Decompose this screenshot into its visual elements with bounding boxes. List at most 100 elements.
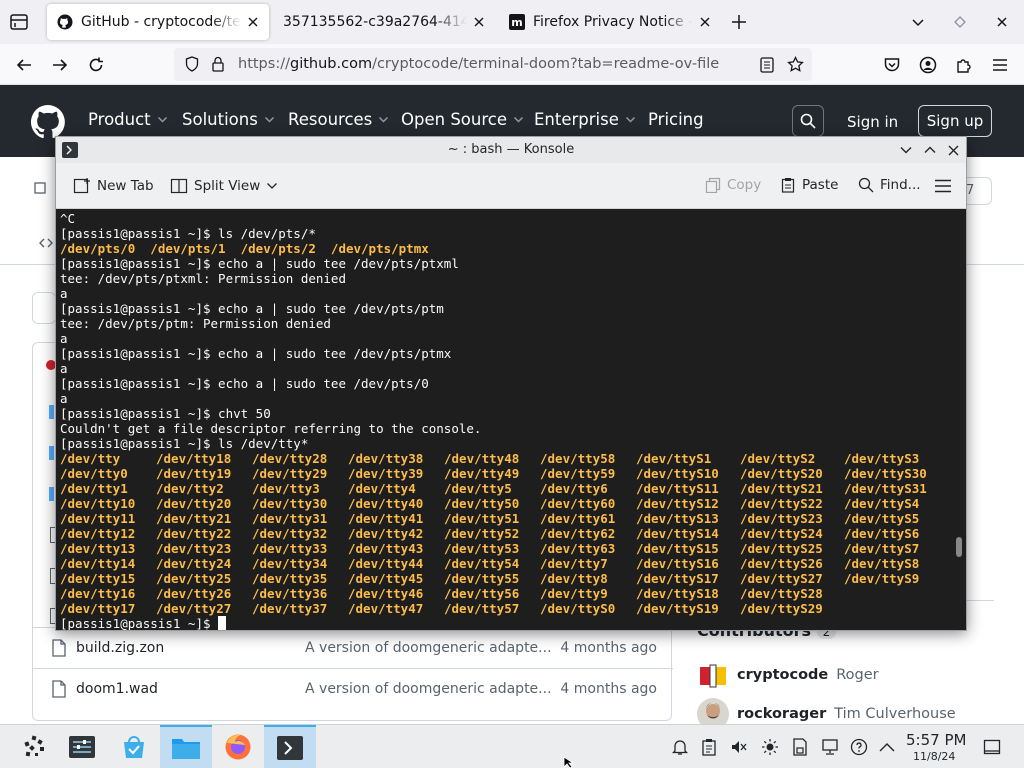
terminal-line: [passis1@passis1 ~]$ chvt 50 bbox=[60, 406, 271, 421]
shield-icon[interactable] bbox=[184, 56, 200, 72]
terminal-prompt-line[interactable]: [passis1@passis1 ~]$ bbox=[60, 616, 966, 630]
tty-device-name: /dev/tty43 bbox=[348, 541, 424, 556]
tty-device-name bbox=[844, 601, 940, 616]
find-button[interactable]: Find... bbox=[858, 177, 921, 193]
search-icon bbox=[858, 177, 874, 193]
tty-device-name: /dev/tty3 bbox=[252, 481, 320, 496]
list-all-tabs-icon[interactable] bbox=[906, 10, 930, 34]
steamdeck-launcher-icon bbox=[21, 734, 47, 760]
close-tab-icon[interactable] bbox=[245, 14, 261, 30]
split-view-button[interactable]: Split View bbox=[170, 177, 278, 195]
folder-icon bbox=[49, 405, 54, 419]
terminal-output[interactable]: ^C [passis1@passis1 ~]$ ls /dev/pts/* /d… bbox=[56, 209, 966, 630]
nav-pricing[interactable]: Pricing bbox=[648, 110, 704, 129]
tty-device-name: /dev/tty49 bbox=[444, 466, 520, 481]
brightness-icon[interactable] bbox=[760, 737, 780, 757]
maximize-icon[interactable] bbox=[921, 141, 939, 159]
tty-device-name: /dev/tty45 bbox=[348, 571, 424, 586]
konsole-titlebar[interactable]: ~ : bash — Konsole bbox=[56, 137, 966, 163]
github-logo-icon[interactable] bbox=[31, 105, 65, 139]
code-brackets-icon[interactable] bbox=[38, 236, 54, 250]
tty-device-name: /dev/ttyS9 bbox=[844, 571, 920, 586]
task-konsole[interactable] bbox=[264, 725, 316, 768]
code-icon[interactable] bbox=[33, 181, 47, 195]
contributor-login[interactable]: cryptocode bbox=[737, 667, 828, 683]
reload-icon[interactable] bbox=[84, 53, 108, 77]
pocket-icon[interactable] bbox=[880, 53, 904, 77]
expand-tray-chevron-icon[interactable] bbox=[877, 737, 897, 757]
volume-muted-icon[interactable] bbox=[729, 737, 749, 757]
close-icon[interactable] bbox=[944, 141, 962, 159]
storage-device-icon[interactable] bbox=[790, 737, 810, 757]
sign-up-button[interactable]: Sign up bbox=[918, 105, 992, 137]
forward-icon[interactable] bbox=[48, 53, 72, 77]
network-wired-icon[interactable] bbox=[820, 737, 840, 757]
minimize-window-icon[interactable] bbox=[948, 10, 972, 34]
notification-bell-icon[interactable] bbox=[670, 737, 690, 757]
close-tab-icon[interactable] bbox=[471, 14, 487, 30]
task-system-settings[interactable] bbox=[56, 725, 108, 768]
task-discover[interactable] bbox=[108, 725, 160, 768]
search-icon[interactable] bbox=[792, 105, 824, 137]
copy-button[interactable]: Copy bbox=[705, 177, 761, 193]
paste-button[interactable]: Paste bbox=[780, 177, 838, 193]
tabbar-right-controls bbox=[906, 10, 1024, 34]
file-name[interactable]: build.zig.zon bbox=[76, 640, 164, 656]
firefox-view-icon[interactable] bbox=[8, 11, 30, 33]
tty-device-name: /dev/ttyS27 bbox=[740, 571, 823, 586]
branch-selector[interactable] bbox=[32, 292, 56, 324]
url-bar[interactable]: https://github.com/cryptocode/terminal-d… bbox=[174, 48, 812, 81]
commit-date: 4 months ago bbox=[560, 640, 657, 656]
app-launcher-button[interactable] bbox=[8, 725, 60, 768]
clipboard-icon[interactable] bbox=[699, 737, 719, 757]
terminal-line: [passis1@passis1 ~]$ echo a | sudo tee /… bbox=[60, 256, 459, 271]
tab-image[interactable]: 357135562-c39a2764-4147-4c bbox=[273, 4, 495, 40]
star-count-button[interactable]: 7 bbox=[966, 177, 992, 205]
close-tab-icon[interactable] bbox=[697, 14, 713, 30]
tty-device-name: /dev/ttyS4 bbox=[844, 496, 920, 511]
extensions-icon[interactable] bbox=[952, 53, 976, 77]
nav-resources[interactable]: Resources bbox=[288, 110, 389, 129]
nav-product[interactable]: Product bbox=[88, 110, 168, 129]
tty-device-name: /dev/tty36 bbox=[252, 586, 328, 601]
lock-icon[interactable] bbox=[210, 56, 226, 72]
url-text[interactable]: https://github.com/cryptocode/terminal-d… bbox=[238, 56, 719, 72]
tab-firefox-privacy[interactable]: m Firefox Privacy Notice — M bbox=[499, 4, 721, 40]
tty-device-name: /dev/tty21 bbox=[156, 511, 232, 526]
task-dolphin[interactable] bbox=[160, 725, 212, 768]
tty-device-name: /dev/tty51 bbox=[444, 511, 520, 526]
bookmark-star-icon[interactable] bbox=[786, 55, 804, 73]
commit-message[interactable]: A version of doomgeneric adapte... bbox=[305, 640, 552, 656]
help-icon[interactable] bbox=[849, 737, 869, 757]
nav-solutions[interactable]: Solutions bbox=[182, 110, 275, 129]
clock-time[interactable]: 5:57 PM bbox=[906, 731, 966, 749]
account-icon[interactable] bbox=[916, 53, 940, 77]
reader-view-icon[interactable] bbox=[758, 56, 776, 74]
task-firefox[interactable] bbox=[212, 725, 264, 768]
new-tab-icon[interactable] bbox=[728, 11, 750, 33]
menu-hamburger-icon[interactable] bbox=[988, 53, 1012, 77]
commit-message[interactable]: A version of doomgeneric adapte... bbox=[305, 681, 552, 697]
menu-hamburger-icon[interactable] bbox=[933, 178, 953, 194]
table-row[interactable]: build.zig.zon A version of doomgeneric a… bbox=[33, 627, 673, 668]
nav-open-source[interactable]: Open Source bbox=[401, 110, 524, 129]
back-icon[interactable] bbox=[12, 53, 36, 77]
file-table-frame bbox=[32, 342, 56, 627]
nav-enterprise[interactable]: Enterprise bbox=[534, 110, 636, 129]
sign-in-link[interactable]: Sign in bbox=[847, 113, 898, 131]
terminal-scrollbar[interactable] bbox=[956, 537, 962, 557]
file-table: build.zig.zon A version of doomgeneric a… bbox=[32, 627, 673, 721]
file-name[interactable]: doom1.wad bbox=[76, 681, 158, 697]
contributor-login[interactable]: rockorager bbox=[737, 706, 826, 722]
new-tab-button[interactable]: New Tab bbox=[73, 177, 154, 195]
minimize-icon[interactable] bbox=[897, 141, 915, 159]
clock-date[interactable]: 11/8/24 bbox=[913, 750, 955, 763]
chevron-down-icon bbox=[266, 182, 278, 190]
chevron-down-icon bbox=[378, 114, 389, 125]
nav-label: Resources bbox=[288, 110, 373, 129]
tab-github[interactable]: GitHub - cryptocode/terminal-doom bbox=[47, 4, 269, 40]
contributor-cryptocode[interactable]: cryptocode Roger bbox=[697, 659, 879, 691]
show-desktop-icon[interactable] bbox=[982, 737, 1002, 757]
table-row[interactable]: doom1.wad A version of doomgeneric adapt… bbox=[33, 668, 673, 709]
close-window-icon[interactable] bbox=[990, 10, 1014, 34]
